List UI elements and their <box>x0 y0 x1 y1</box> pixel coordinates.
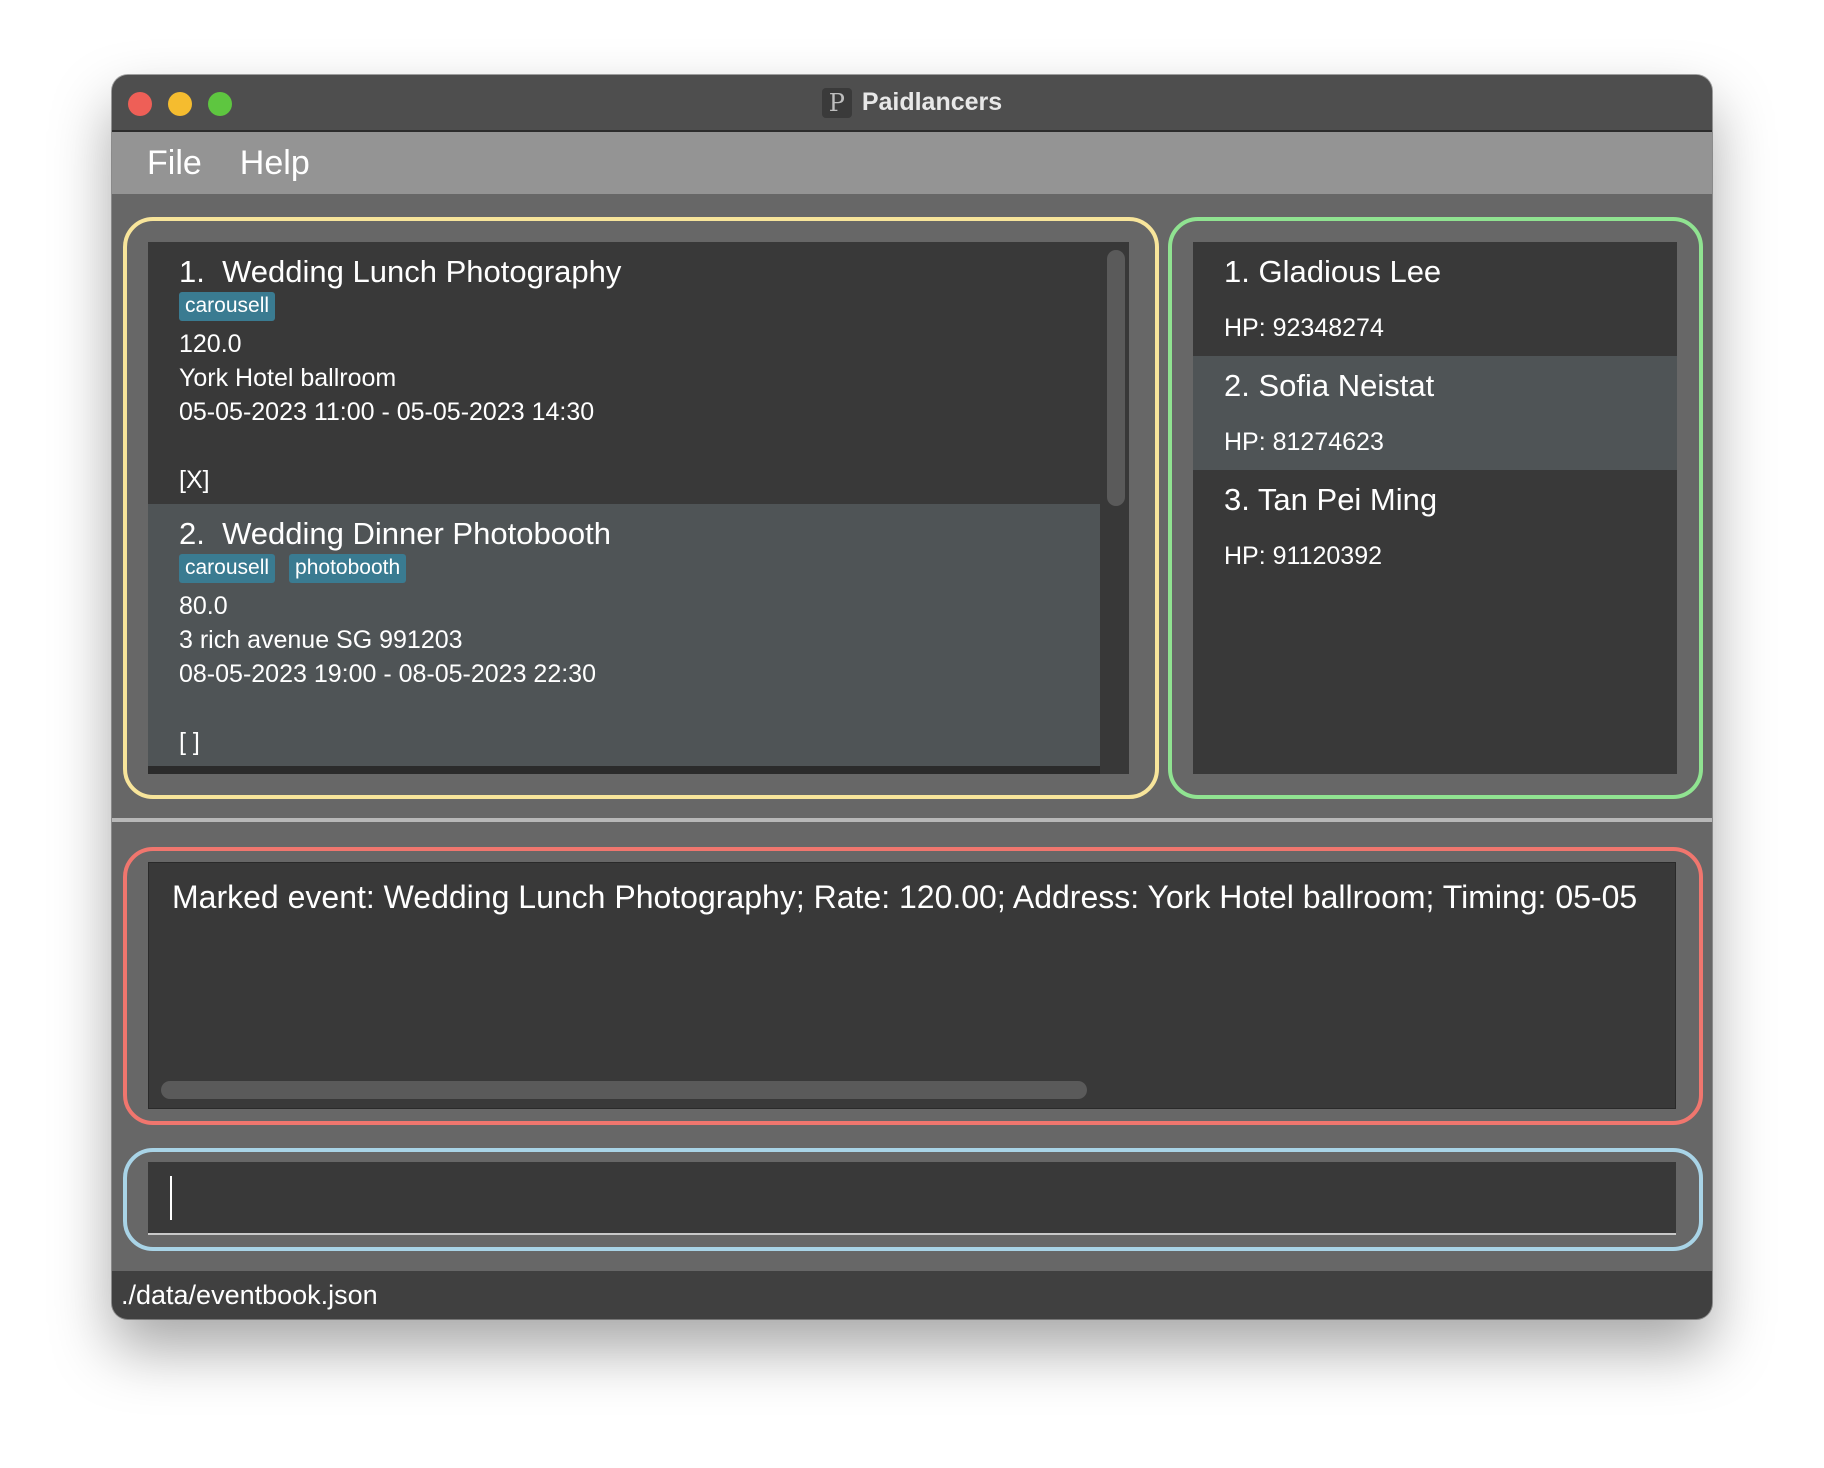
contact-card[interactable]: 2. Sofia Neistat HP: 81274623 <box>1193 356 1677 470</box>
tag-badge: carousell <box>179 292 276 321</box>
event-address: York Hotel ballroom <box>179 364 397 392</box>
event-title: 2. Wedding Dinner Photobooth <box>179 516 611 552</box>
text-cursor <box>170 1176 172 1220</box>
status-bar: ./data/eventbook.json <box>112 1271 1712 1319</box>
result-message: Marked event: Wedding Lunch Photography;… <box>172 879 1638 915</box>
event-rate: 120.0 <box>179 330 242 358</box>
result-scrollbar[interactable] <box>161 1081 1087 1099</box>
contact-list-empty-area <box>1193 584 1677 774</box>
contact-list[interactable]: 1. Gladious Lee HP: 92348274 2. Sofia Ne… <box>1193 242 1677 774</box>
contact-name-text: Tan Pei Ming <box>1257 482 1438 517</box>
list-edge <box>148 766 1100 774</box>
result-display[interactable]: Marked event: Wedding Lunch Photography;… <box>148 862 1676 1109</box>
event-name: Wedding Lunch Photography <box>222 254 622 289</box>
event-address: 3 rich avenue SG 991203 <box>179 626 463 654</box>
contact-phone: HP: 81274623 <box>1224 428 1384 456</box>
event-rate: 80.0 <box>179 592 228 620</box>
contact-phone: HP: 92348274 <box>1224 314 1384 342</box>
title-bar: P Paidlancers <box>112 75 1712 132</box>
contact-name-text: Sofia Neistat <box>1258 368 1435 403</box>
contact-name: 2. Sofia Neistat <box>1224 368 1434 404</box>
contact-phone: HP: 91120392 <box>1224 542 1382 570</box>
app-window: P Paidlancers File Help 1. Wedding Lunch… <box>112 75 1712 1319</box>
event-tags: carousell <box>179 292 289 321</box>
menu-help[interactable]: Help <box>240 144 310 183</box>
contact-card[interactable]: 3. Tan Pei Ming HP: 91120392 <box>1193 470 1677 584</box>
event-mark: [ ] <box>179 728 200 756</box>
tag-badge: carousell <box>179 554 276 583</box>
event-timing: 08-05-2023 19:00 - 08-05-2023 22:30 <box>179 660 596 688</box>
paidlancers-app-icon: P <box>821 87 852 118</box>
event-title: 1. Wedding Lunch Photography <box>179 254 621 290</box>
contact-card[interactable]: 1. Gladious Lee HP: 92348274 <box>1193 242 1677 356</box>
menu-file[interactable]: File <box>147 144 202 183</box>
window-title: Paidlancers <box>861 88 1003 116</box>
event-card[interactable]: 1. Wedding Lunch Photography carousell 1… <box>148 242 1100 504</box>
event-timing: 05-05-2023 11:00 - 05-05-2023 14:30 <box>179 398 595 426</box>
event-index: 2. <box>179 516 205 551</box>
event-tags: carousell photobooth <box>179 554 420 583</box>
event-card[interactable]: 2. Wedding Dinner Photobooth carousell p… <box>148 504 1100 766</box>
event-list-scrollbar[interactable] <box>1107 250 1125 506</box>
contact-index: 2. <box>1224 368 1250 403</box>
contact-index: 3. <box>1224 482 1250 517</box>
event-mark: [X] <box>179 466 210 494</box>
event-index: 1. <box>179 254 205 289</box>
title-wrap: P Paidlancers <box>112 75 1712 130</box>
contact-name-text: Gladious Lee <box>1258 254 1442 289</box>
save-file-path: ./data/eventbook.json <box>121 1280 378 1310</box>
contact-index: 1. <box>1224 254 1250 289</box>
command-input[interactable] <box>148 1162 1676 1235</box>
contact-name: 1. Gladious Lee <box>1224 254 1441 290</box>
event-name: Wedding Dinner Photobooth <box>222 516 612 551</box>
event-list[interactable]: 1. Wedding Lunch Photography carousell 1… <box>148 242 1129 774</box>
split-divider[interactable] <box>112 818 1712 822</box>
contact-name: 3. Tan Pei Ming <box>1224 482 1437 518</box>
tag-badge: photobooth <box>289 554 407 583</box>
menu-bar: File Help <box>112 132 1712 194</box>
